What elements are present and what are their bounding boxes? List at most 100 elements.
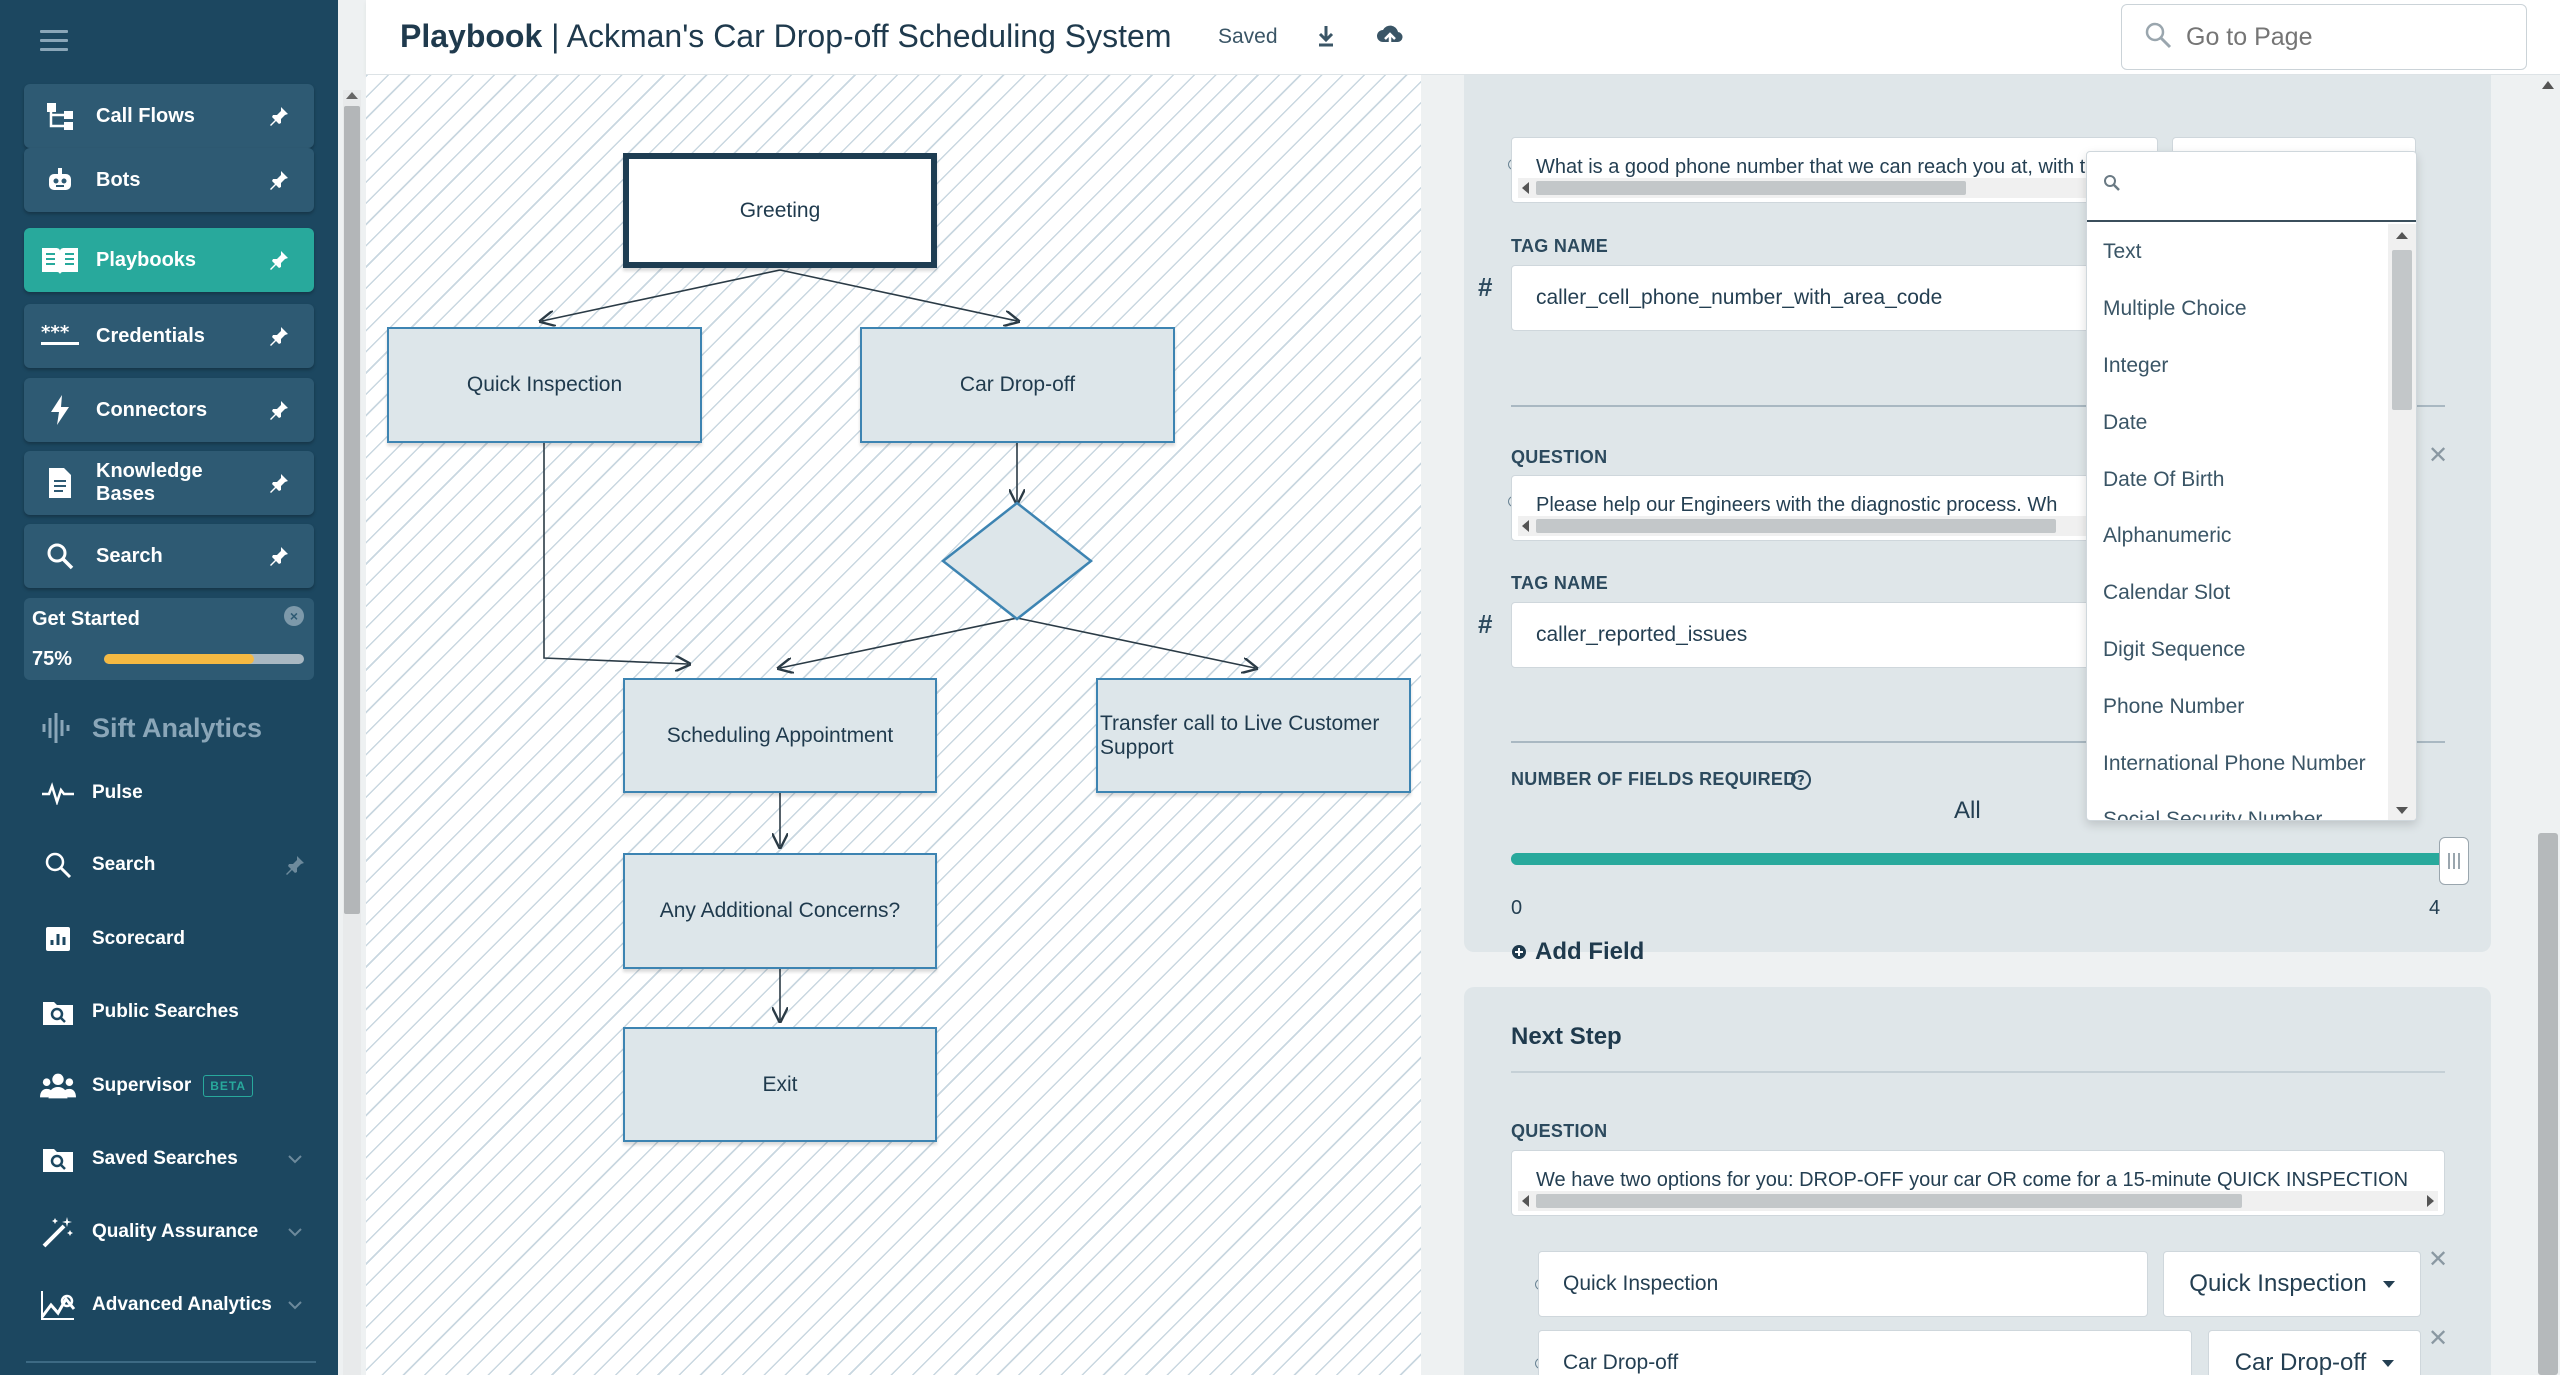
sidebar-item-pulse[interactable]: Pulse <box>40 768 320 818</box>
scrollbar-thumb[interactable] <box>344 106 360 914</box>
field-type-menu: Text Multiple Choice Integer Date Date Of Bi… <box>2086 151 2417 821</box>
menu-option[interactable]: Integer <box>2087 338 2387 395</box>
remove-field-icon[interactable]: ✕ <box>2428 441 2448 470</box>
sidebar-item-connectors[interactable]: Connectors <box>24 378 314 442</box>
menu-option[interactable]: International Phone Number <box>2087 735 2387 792</box>
chevron-down-icon[interactable] <box>280 1227 310 1237</box>
close-icon[interactable]: × <box>284 606 304 626</box>
hash-icon: # <box>1478 272 1493 302</box>
menu-option[interactable]: Alphanumeric <box>2087 508 2387 565</box>
question-input-1[interactable]: What is a good phone number that we can … <box>1511 137 2158 203</box>
page-title: Playbook | Ackman's Car Drop-off Schedul… <box>400 18 1172 54</box>
remove-option-icon[interactable]: ✕ <box>2428 1324 2448 1353</box>
menu-option[interactable]: Multiple Choice <box>2087 281 2387 338</box>
hamburger-menu-icon[interactable] <box>40 30 68 52</box>
menu-option[interactable]: Social Security Number <box>2087 792 2387 820</box>
pin-icon[interactable] <box>264 472 294 494</box>
menu-option[interactable]: Digit Sequence <box>2087 622 2387 679</box>
sidebar-item-public-searches[interactable]: Public Searches <box>40 987 320 1037</box>
header-bar: Playbook | Ackman's Car Drop-off Schedul… <box>366 0 2560 75</box>
sidebar-scrollbar[interactable] <box>338 82 366 1375</box>
horizontal-scrollbar[interactable] <box>1518 178 2151 198</box>
flow-canvas[interactable]: Greeting Quick Inspection Car Drop-off S… <box>366 75 1421 1375</box>
sidebar-item-credentials[interactable]: *** Credentials <box>24 304 314 368</box>
scrollbar-thumb[interactable] <box>2538 833 2558 1375</box>
sidebar-item-scorecard[interactable]: Scorecard <box>40 914 320 964</box>
go-to-page-search[interactable] <box>2121 4 2527 70</box>
menu-option[interactable]: Phone Number <box>2087 678 2387 735</box>
menu-option[interactable]: Text <box>2087 224 2387 281</box>
download-icon[interactable] <box>1316 24 1336 53</box>
node-additional-concerns[interactable]: Any Additional Concerns? <box>623 853 937 969</box>
option-input-1[interactable]: Quick Inspection <box>1538 1251 2148 1317</box>
sidebar-item-playbooks[interactable]: Playbooks <box>24 228 314 292</box>
chevron-down-icon[interactable] <box>280 1300 310 1310</box>
menu-option[interactable]: Date Of Birth <box>2087 451 2387 508</box>
pin-icon[interactable] <box>264 169 294 191</box>
wand-icon <box>40 1214 76 1250</box>
search-icon <box>2144 21 2172 54</box>
option-target-dropdown-2[interactable]: Car Drop-off <box>2208 1330 2421 1375</box>
tag-name-input-2[interactable]: caller_reported_issues <box>1511 602 2131 668</box>
node-transfer-call[interactable]: Transfer call to Live Customer Support <box>1096 678 1411 793</box>
hash-icon: # <box>1478 609 1493 639</box>
sidebar-item-knowledge-bases[interactable]: Knowledge Bases <box>24 451 314 515</box>
menu-option[interactable]: Calendar Slot <box>2087 565 2387 622</box>
node-quick-inspection[interactable]: Quick Inspection <box>387 327 702 443</box>
pin-icon[interactable] <box>264 399 294 421</box>
horizontal-scrollbar[interactable] <box>1518 1191 2438 1211</box>
pin-icon[interactable] <box>264 105 294 127</box>
node-car-drop-off[interactable]: Car Drop-off <box>860 327 1175 443</box>
pin-icon[interactable] <box>264 249 294 271</box>
sidebar-item-label: Search <box>92 854 156 875</box>
pin-icon[interactable] <box>264 325 294 347</box>
sidebar-item-supervisor[interactable]: Supervisor BETA <box>40 1061 320 1111</box>
menu-search[interactable] <box>2087 152 2416 222</box>
node-exit[interactable]: Exit <box>623 1027 937 1142</box>
option-input-2[interactable]: Car Drop-off <box>1538 1330 2192 1375</box>
sidebar-item-advanced-analytics[interactable]: Advanced Analytics <box>40 1280 320 1330</box>
node-greeting[interactable]: Greeting <box>623 153 937 268</box>
pin-icon[interactable] <box>280 854 310 876</box>
sidebar-item-label: Saved Searches <box>92 1148 238 1169</box>
menu-scrollbar[interactable] <box>2388 224 2416 820</box>
sidebar-item-label: Scorecard <box>92 928 185 949</box>
slider-handle[interactable] <box>2439 837 2469 885</box>
help-icon[interactable]: ? <box>1790 769 1812 791</box>
menu-option[interactable]: Date <box>2087 394 2387 451</box>
search-input[interactable] <box>2186 22 2486 52</box>
pin-icon[interactable] <box>264 545 294 567</box>
remove-option-icon[interactable]: ✕ <box>2428 1245 2448 1274</box>
sidebar-item-call-flows[interactable]: Call Flows <box>24 84 314 148</box>
caret-down-icon <box>2382 1359 2395 1367</box>
tag-name-input-1[interactable]: caller_cell_phone_number_with_area_code <box>1511 265 2131 331</box>
sidebar-item-label: Search <box>96 544 163 567</box>
fields-required-value: All <box>1954 797 1981 824</box>
sidebar-item-label: Playbooks <box>96 248 197 271</box>
sidebar-item-search-pinned[interactable]: Search <box>24 524 314 588</box>
beta-badge: BETA <box>203 1075 254 1097</box>
node-scheduling-appointment[interactable]: Scheduling Appointment <box>623 678 937 793</box>
cloud-upload-icon[interactable] <box>1376 22 1404 55</box>
progress-fill <box>104 654 254 664</box>
horizontal-scrollbar[interactable] <box>1518 516 2124 536</box>
supervisor-icon <box>40 1068 76 1104</box>
option-target-dropdown-1[interactable]: Quick Inspection <box>2163 1251 2421 1317</box>
scroll-up-arrow[interactable] <box>346 92 358 99</box>
fields-required-slider[interactable] <box>1511 853 2445 867</box>
sidebar-item-bots[interactable]: Bots <box>24 148 314 212</box>
saved-search-icon <box>40 1141 76 1177</box>
get-started-card[interactable]: Get Started × 75% <box>24 598 314 680</box>
sidebar-item-label: Pulse <box>92 782 143 803</box>
sidebar-item-saved-searches[interactable]: Saved Searches <box>40 1134 320 1184</box>
chevron-down-icon[interactable] <box>280 1154 310 1164</box>
search-icon <box>2103 174 2121 197</box>
add-field-button[interactable]: Add Field <box>1511 938 1644 966</box>
question-input-2[interactable]: Please help our Engineers with the diagn… <box>1511 475 2131 541</box>
sidebar-item-search[interactable]: Search <box>40 840 320 890</box>
panel-scrollbar[interactable] <box>2536 75 2560 1375</box>
scroll-up-arrow[interactable] <box>2542 81 2554 89</box>
sidebar-item-quality-assurance[interactable]: Quality Assurance <box>40 1207 320 1257</box>
next-step-question-input[interactable]: We have two options for you: DROP-OFF yo… <box>1511 1150 2445 1216</box>
scorecard-icon <box>40 921 76 957</box>
